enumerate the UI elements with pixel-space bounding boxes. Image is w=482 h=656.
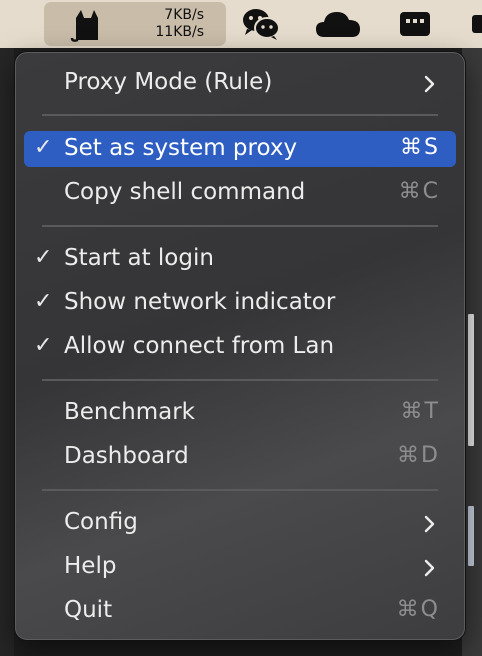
upload-speed: 7KB/s xyxy=(164,7,204,23)
menu-bar: 7KB/s 11KB/s xyxy=(0,0,482,48)
background-scrollbar xyxy=(468,506,474,566)
checkmark-icon: ✓ xyxy=(34,289,53,314)
menu-item-benchmark[interactable]: Benchmark ⌘T xyxy=(24,395,456,431)
menu-dots-icon[interactable] xyxy=(393,0,437,48)
menu-separator xyxy=(42,379,438,381)
menu-item-allow-connect-from-lan[interactable]: ✓ Allow connect from Lan xyxy=(24,329,456,365)
cat-icon xyxy=(70,10,98,42)
menu-item-label: Quit xyxy=(64,597,113,623)
menu-item-label: Allow connect from Lan xyxy=(64,333,335,359)
chevron-right-icon xyxy=(424,559,435,577)
clash-dropdown-menu: Proxy Mode (Rule) ✓ Set as system proxy … xyxy=(15,52,465,640)
wechat-icon[interactable] xyxy=(238,0,284,48)
download-speed: 11KB/s xyxy=(155,24,204,40)
checkmark-icon: ✓ xyxy=(34,135,53,160)
menu-item-label: Help xyxy=(64,553,117,579)
menu-item-copy-shell-command[interactable]: Copy shell command ⌘C xyxy=(24,175,456,211)
menu-item-label: Show network indicator xyxy=(64,289,336,315)
menu-item-help[interactable]: Help xyxy=(24,549,456,585)
menu-item-proxy-mode[interactable]: Proxy Mode (Rule) xyxy=(24,65,456,101)
chevron-right-icon xyxy=(424,75,435,93)
menu-item-label: Proxy Mode (Rule) xyxy=(64,69,273,95)
shortcut-label: ⌘D xyxy=(397,443,440,468)
menu-separator xyxy=(42,225,438,227)
checkmark-icon: ✓ xyxy=(34,245,53,270)
shortcut-label: ⌘T xyxy=(400,399,440,424)
cloud-icon[interactable] xyxy=(312,0,364,48)
menu-separator xyxy=(42,489,438,491)
menu-item-label: Benchmark xyxy=(64,399,196,425)
network-speed: 7KB/s 11KB/s xyxy=(155,7,204,41)
menu-item-start-at-login[interactable]: ✓ Start at login xyxy=(24,241,456,277)
menu-item-dashboard[interactable]: Dashboard ⌘D xyxy=(24,439,456,475)
shortcut-label: ⌘S xyxy=(400,135,440,160)
menu-item-set-system-proxy[interactable]: ✓ Set as system proxy ⌘S xyxy=(24,131,456,167)
background-scrollbar xyxy=(468,314,474,446)
menu-item-label: Dashboard xyxy=(64,443,189,469)
menu-item-label: Copy shell command xyxy=(64,179,306,205)
chevron-right-icon xyxy=(424,515,435,533)
menu-separator xyxy=(42,114,438,116)
menu-item-quit[interactable]: Quit ⌘Q xyxy=(24,593,456,629)
clash-status-item[interactable]: 7KB/s 11KB/s xyxy=(44,2,226,46)
menu-item-label: Config xyxy=(64,509,138,535)
menu-item-label: Start at login xyxy=(64,245,214,271)
menu-item-label: Set as system proxy xyxy=(64,135,298,161)
menu-item-config[interactable]: Config xyxy=(24,505,456,541)
partial-icon[interactable] xyxy=(462,0,482,48)
shortcut-label: ⌘Q xyxy=(396,597,440,622)
shortcut-label: ⌘C xyxy=(398,179,440,204)
background-window-left xyxy=(0,48,14,656)
checkmark-icon: ✓ xyxy=(34,333,53,358)
menu-item-show-network-indicator[interactable]: ✓ Show network indicator xyxy=(24,285,456,321)
